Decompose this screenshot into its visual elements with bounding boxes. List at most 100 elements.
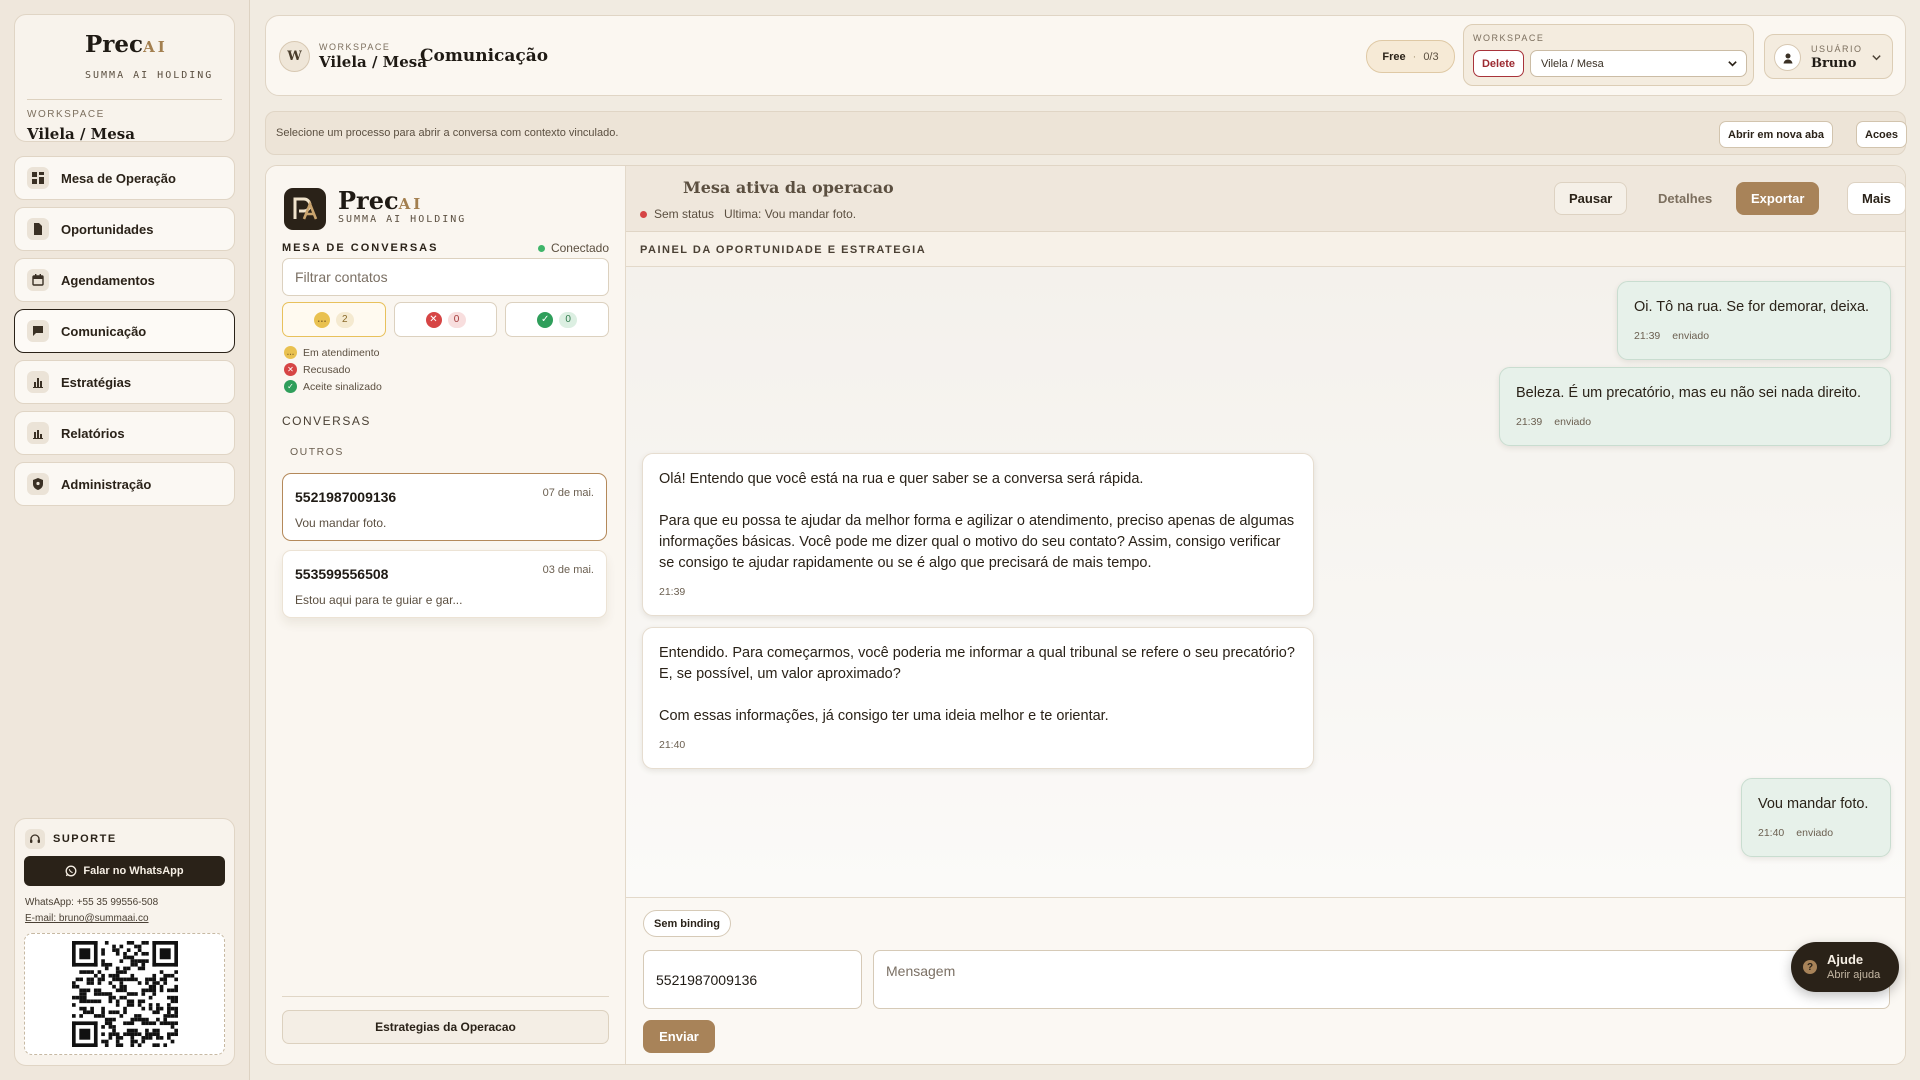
strategies-button[interactable]: Estrategias da Operacao (282, 1010, 609, 1044)
help-title: Ajude (1827, 952, 1864, 967)
recipient-phone-input[interactable] (643, 950, 862, 1009)
plan-usage: 0/3 (1423, 50, 1439, 63)
workspace-label: WORKSPACE (319, 42, 391, 52)
message-text: Olá! Entendo que você está na rua e quer… (659, 471, 1295, 571)
send-button[interactable]: Enviar (643, 1020, 715, 1053)
conversation-item[interactable]: 553599556508 03 de mai. Estou aqui para … (282, 550, 607, 618)
legend-label: Em atendimento (303, 346, 380, 359)
calendar-icon (27, 269, 49, 291)
actions-button[interactable]: Acoes (1856, 121, 1908, 148)
conversation-name: 553599556508 (295, 566, 389, 582)
legend-item: ✓ Aceite sinalizado (284, 378, 382, 395)
message-meta: 21:39 enviado (1634, 326, 1874, 347)
workspace-name: Vilela / Mesa (319, 53, 427, 71)
user-menu[interactable]: USUÁRIO Bruno (1764, 34, 1893, 79)
check-icon: ✓ (284, 380, 297, 393)
connection-status: Conectado (537, 241, 609, 255)
grid-icon (27, 167, 49, 189)
workspace-switcher: WORKSPACE Delete Vilela / Mesa (1463, 24, 1754, 86)
user-name: Bruno (1811, 56, 1857, 71)
sidebar-item-oportunidades[interactable]: Oportunidades (14, 207, 235, 251)
chat-icon (27, 320, 49, 342)
workspace-select-value: Vilela / Mesa (1541, 57, 1604, 70)
status-tab-accepted[interactable]: ✓ 0 (505, 302, 610, 337)
status-count: 0 (447, 311, 466, 328)
sidebar-item-mesa-de-operacao[interactable]: Mesa de Operação (14, 156, 235, 200)
chat-panel: Mesa ativa da operacao Sem status Ultima… (626, 166, 1905, 1064)
workspace-name: Vilela / Mesa (27, 125, 135, 143)
support-email[interactable]: E-mail: bruno@summaai.co (25, 913, 149, 924)
help-subtitle: Abrir ajuda (1827, 969, 1881, 981)
chat-header: Mesa ativa da operacao Sem status Ultima… (626, 166, 1905, 232)
message-bubble-outgoing: Oi. Tô na rua. Se for demorar, deixa. 21… (1617, 281, 1891, 360)
message-bubble-incoming: Entendido. Para começarmos, você poderia… (642, 627, 1314, 769)
conversation-preview: Estou aqui para te guiar e gar... (295, 593, 463, 607)
sidebar-item-agendamentos[interactable]: Agendamentos (14, 258, 235, 302)
sidebar-item-administracao[interactable]: Administração (14, 462, 235, 506)
info-bar: Selecione um processo para abrir a conve… (265, 111, 1908, 155)
message-bubble-outgoing: Vou mandar foto. 21:40 enviado (1741, 778, 1891, 857)
status-tab-in-progress[interactable]: … 2 (282, 302, 386, 337)
panel-brand-subtitle: SUMMA AI HOLDING (338, 214, 467, 225)
document-icon (27, 218, 49, 240)
binding-badge[interactable]: Sem binding (643, 910, 731, 937)
status-count: 2 (335, 311, 354, 328)
brand-subtitle: SUMMA AI HOLDING (85, 70, 214, 81)
brand-card: PrecAI SUMMA AI HOLDING WORKSPACE Vilela… (14, 14, 235, 143)
status-count: 0 (559, 311, 578, 328)
message-status: enviado (1796, 827, 1834, 839)
export-button[interactable]: Exportar (1736, 182, 1820, 215)
details-button[interactable]: Detalhes (1643, 182, 1727, 215)
help-icon: ? (1803, 960, 1817, 974)
open-new-tab-button[interactable]: Abrir em nova aba (1719, 121, 1833, 148)
headset-icon (25, 829, 45, 849)
user-avatar (1774, 44, 1801, 71)
check-icon: ✓ (537, 311, 554, 328)
top-bar: W WORKSPACE Vilela / Mesa Comunicação Fr… (265, 15, 1906, 96)
sidebar-item-relatorios[interactable]: Relatórios (14, 411, 235, 455)
panel-brand: PrecAI (338, 186, 424, 215)
status-dot-icon (640, 210, 647, 218)
sidebar-item-label: Oportunidades (61, 221, 154, 237)
conversation-name: 5521987009136 (295, 489, 397, 505)
main-panel: PrecAI SUMMA AI HOLDING MESA DE CONVERSA… (265, 165, 1906, 1065)
conversation-preview: Vou mandar foto. (295, 516, 387, 530)
plan-badge: Free · 0/3 (1366, 40, 1455, 73)
sidebar-item-label: Agendamentos (61, 272, 155, 288)
workspace-label: WORKSPACE (27, 109, 105, 120)
shield-icon (27, 473, 49, 495)
sidebar: PrecAI SUMMA AI HOLDING WORKSPACE Vilela… (0, 0, 250, 1080)
sidebar-item-estrategias[interactable]: Estratégias (14, 360, 235, 404)
message-time: 21:40 (1758, 827, 1785, 839)
conversation-item[interactable]: 5521987009136 07 de mai. Vou mandar foto… (282, 473, 607, 541)
message-text: Oi. Tô na rua. Se for demorar, deixa. (1634, 299, 1870, 315)
message-bubble-incoming: Olá! Entendo que você está na rua e quer… (642, 453, 1314, 616)
opportunity-panel-toggle[interactable]: PAINEL DA OPORTUNIDADE E ESTRATEGIA (626, 232, 1905, 267)
support-title: SUPORTE (53, 833, 117, 845)
conversations-panel: PrecAI SUMMA AI HOLDING MESA DE CONVERSA… (266, 166, 626, 1064)
message-time: 21:39 (1516, 416, 1543, 428)
pause-button[interactable]: Pausar (1554, 182, 1628, 215)
message-input[interactable] (873, 950, 1890, 1009)
message-text: Entendido. Para começarmos, você poderia… (659, 645, 1295, 724)
workspace-select[interactable]: Vilela / Mesa (1530, 50, 1747, 77)
message-text: Vou mandar foto. (1758, 796, 1869, 812)
more-button[interactable]: Mais (1847, 182, 1905, 215)
status-tab-refused[interactable]: ✕ 0 (393, 302, 498, 337)
message-status: enviado (1554, 416, 1592, 428)
delete-workspace-button[interactable]: Delete (1473, 50, 1524, 77)
chevron-down-icon (1872, 55, 1881, 61)
filter-contacts-input[interactable] (282, 258, 609, 296)
status-dot-icon (537, 244, 545, 252)
whatsapp-button[interactable]: Falar no WhatsApp (24, 856, 225, 886)
help-button[interactable]: ? Ajude Abrir ajuda (1791, 942, 1899, 992)
sidebar-item-label: Administração (61, 476, 152, 492)
plan-separator: · (1412, 50, 1417, 63)
chart-icon (27, 422, 49, 444)
chevron-down-icon (1728, 61, 1737, 67)
connection-label: Conectado (550, 241, 609, 255)
message-meta: 21:40 (659, 735, 1297, 756)
message-time: 21:40 (659, 739, 686, 751)
pending-icon: … (313, 311, 330, 328)
sidebar-item-comunicacao[interactable]: Comunicação (14, 309, 235, 353)
